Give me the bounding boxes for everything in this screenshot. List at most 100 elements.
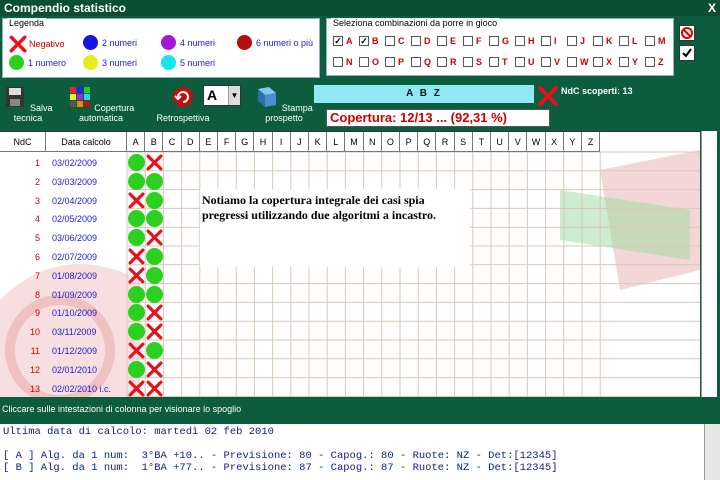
combo-checkbox-r[interactable]: R [437, 57, 457, 67]
column-header-r[interactable]: R [436, 132, 455, 152]
combo-checkbox-c[interactable]: C [385, 36, 405, 46]
combo-checkbox-y[interactable]: Y [619, 57, 638, 67]
checkbox-box[interactable] [385, 36, 395, 46]
checkbox-box[interactable]: ✓ [333, 36, 343, 46]
column-header-t[interactable]: T [472, 132, 491, 152]
combo-checkbox-e[interactable]: E [437, 36, 456, 46]
column-header-o[interactable]: O [381, 132, 400, 152]
checkbox-box[interactable] [437, 36, 447, 46]
checkbox-box[interactable] [567, 57, 577, 67]
checkbox-box[interactable] [619, 36, 629, 46]
column-header-ndc[interactable]: NdC [0, 132, 46, 152]
checkbox-label: Z [658, 57, 664, 67]
hit-one-number-icon [127, 323, 145, 341]
checkbox-box[interactable] [437, 57, 447, 67]
column-header-u[interactable]: U [491, 132, 510, 152]
column-header-w[interactable]: W [527, 132, 546, 152]
checkbox-box[interactable] [567, 36, 577, 46]
checkbox-box[interactable] [411, 57, 421, 67]
stampa-prospetto-button[interactable]: Stampa prospetto [246, 85, 322, 123]
checkbox-box[interactable] [541, 57, 551, 67]
checkbox-box[interactable] [541, 36, 551, 46]
combo-checkbox-x[interactable]: X [593, 57, 612, 67]
combo-checkbox-b[interactable]: ✓ B [359, 36, 379, 46]
column-header-b[interactable]: B [145, 132, 164, 152]
checkbox-box[interactable] [645, 36, 655, 46]
checkbox-box[interactable]: ✓ [359, 36, 369, 46]
checkbox-box[interactable] [593, 36, 603, 46]
checkbox-box[interactable] [515, 36, 525, 46]
checkbox-box[interactable] [359, 57, 369, 67]
row-date: 03/11/2009 [52, 327, 97, 338]
combo-checkbox-f[interactable]: F [463, 36, 482, 46]
combo-checkbox-z[interactable]: Z [645, 57, 664, 67]
log-scrollbar[interactable] [704, 424, 720, 480]
combo-select[interactable]: A ▼ [203, 85, 241, 106]
chevron-down-icon[interactable]: ▼ [228, 86, 240, 105]
combo-checkbox-g[interactable]: G [489, 36, 509, 46]
checkbox-box[interactable] [593, 57, 603, 67]
column-header-v[interactable]: V [509, 132, 528, 152]
combo-checkbox-h[interactable]: H [515, 36, 535, 46]
checkbox-box[interactable] [333, 57, 343, 67]
legend-dot-icon [161, 55, 176, 70]
combo-checkbox-i[interactable]: I [541, 36, 557, 46]
column-header-h[interactable]: H [254, 132, 273, 152]
deselect-all-button[interactable] [679, 25, 695, 41]
grid-vertical-scrollbar[interactable] [701, 131, 717, 397]
column-header-i[interactable]: I [272, 132, 291, 152]
column-header-m[interactable]: M [345, 132, 364, 152]
combo-checkbox-l[interactable]: L [619, 36, 638, 46]
legend-label: 2 numeri [102, 37, 138, 48]
column-header-k[interactable]: K [309, 132, 328, 152]
column-header-j[interactable]: J [290, 132, 309, 152]
column-header-d[interactable]: D [181, 132, 200, 152]
combo-checkbox-k[interactable]: K [593, 36, 613, 46]
checkbox-box[interactable] [463, 57, 473, 67]
combo-checkbox-t[interactable]: T [489, 57, 508, 67]
checkbox-box[interactable] [463, 36, 473, 46]
column-header-x[interactable]: X [545, 132, 564, 152]
combo-checkbox-p[interactable]: P [385, 57, 404, 67]
column-header-c[interactable]: C [163, 132, 182, 152]
combo-checkbox-q[interactable]: Q [411, 57, 431, 67]
combo-checkbox-a[interactable]: ✓ A [333, 36, 353, 46]
column-header-n[interactable]: N [363, 132, 382, 152]
combo-checkbox-n[interactable]: N [333, 57, 353, 67]
checkbox-box[interactable] [645, 57, 655, 67]
combo-checkbox-w[interactable]: W [567, 57, 589, 67]
row-date: 02/05/2009 [52, 214, 98, 225]
column-header-a[interactable]: A [127, 132, 146, 152]
column-header-f[interactable]: F [218, 132, 237, 152]
combo-checkbox-v[interactable]: V [541, 57, 560, 67]
table-row: 13 02/02/2010 i.c. [0, 380, 700, 397]
select-all-button[interactable] [679, 45, 695, 61]
combo-checkbox-o[interactable]: O [359, 57, 379, 67]
column-header-l[interactable]: L [327, 132, 346, 152]
column-header-y[interactable]: Y [563, 132, 582, 152]
salva-tecnica-button[interactable]: Salva tecnica [0, 85, 56, 123]
copertura-automatica-button[interactable]: Copertura automatica [56, 85, 146, 123]
checkbox-box[interactable] [619, 57, 629, 67]
column-header-s[interactable]: S [454, 132, 473, 152]
checkbox-box[interactable] [489, 57, 499, 67]
column-header-z[interactable]: Z [582, 132, 601, 152]
column-header-data-calcolo[interactable]: Data calcolo [46, 132, 127, 152]
combo-checkbox-u[interactable]: U [515, 57, 535, 67]
legend-item: 3 numeri [83, 55, 137, 70]
combo-checkbox-d[interactable]: D [411, 36, 431, 46]
close-button[interactable]: X [708, 0, 716, 16]
combo-checkbox-m[interactable]: M [645, 36, 666, 46]
checkbox-box[interactable] [411, 36, 421, 46]
combo-checkbox-s[interactable]: S [463, 57, 482, 67]
checkbox-box[interactable] [515, 57, 525, 67]
column-header-g[interactable]: G [236, 132, 255, 152]
checkbox-label: J [580, 36, 586, 46]
column-header-e[interactable]: E [199, 132, 218, 152]
checkbox-box[interactable] [385, 57, 395, 67]
column-header-p[interactable]: P [400, 132, 419, 152]
combo-checkbox-j[interactable]: J [567, 36, 585, 46]
column-header-q[interactable]: Q [418, 132, 437, 152]
row-ndc: 12 [29, 364, 40, 375]
checkbox-box[interactable] [489, 36, 499, 46]
